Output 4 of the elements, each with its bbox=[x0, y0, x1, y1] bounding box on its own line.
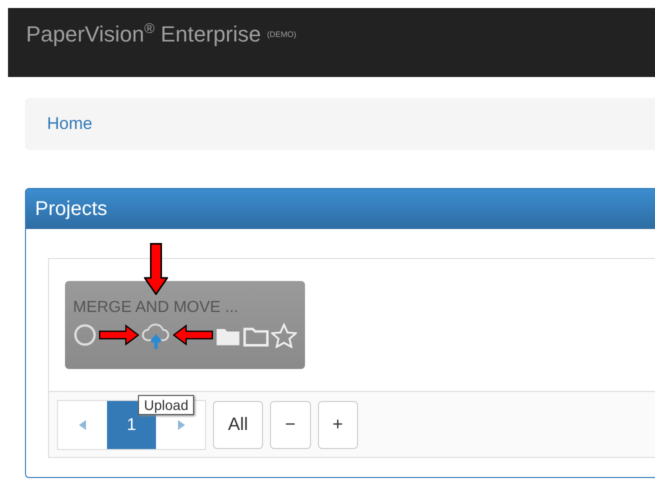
tooltip: Upload bbox=[138, 395, 194, 415]
demo-label: (DEMO) bbox=[266, 30, 296, 39]
panel-title: Projects bbox=[26, 189, 655, 229]
project-title: MERGE AND MOVE ... bbox=[73, 299, 240, 317]
